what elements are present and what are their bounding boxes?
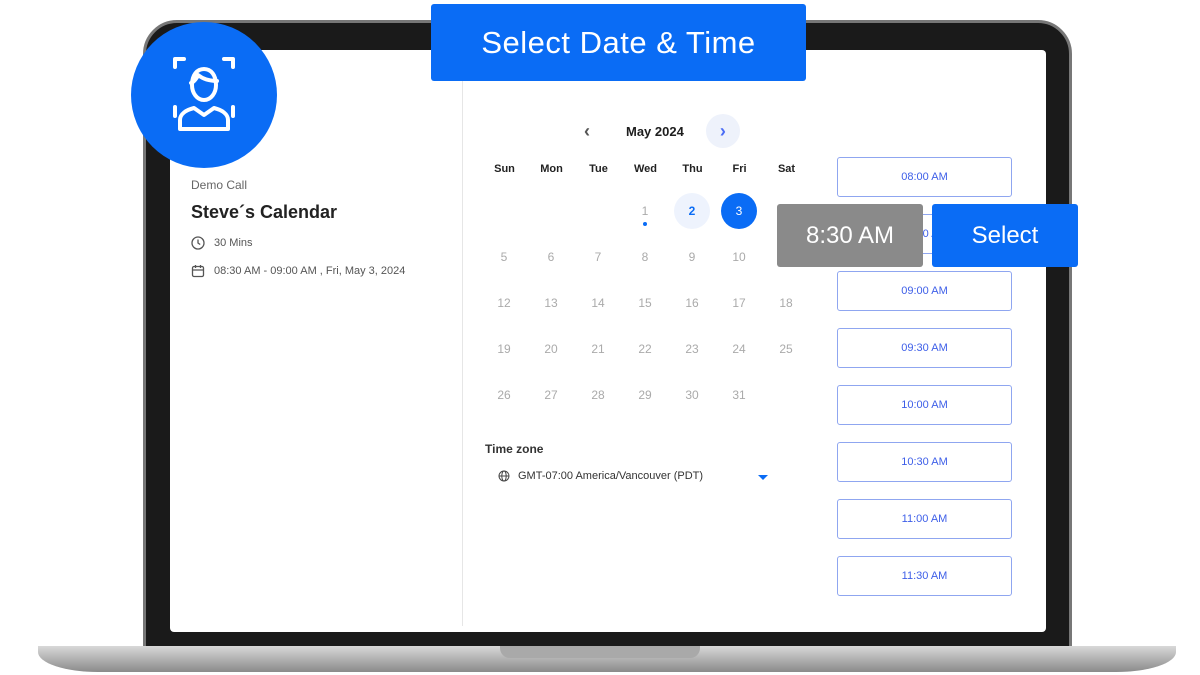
timezone-value: GMT-07:00 America/Vancouver (PDT)	[518, 470, 704, 482]
calendar-day[interactable]: 13	[533, 285, 569, 321]
weekday-fri: Fri	[732, 163, 747, 175]
globe-icon	[498, 470, 510, 482]
duration: 30 Mins	[214, 237, 253, 249]
calendar-day[interactable]: 22	[627, 331, 663, 367]
calendar-day[interactable]: 16	[674, 285, 710, 321]
calendar-day[interactable]: 19	[486, 331, 522, 367]
booking-screen: Demo Call Steve´s Calendar 30 Mins 08:30…	[170, 50, 1046, 632]
calendar-day[interactable]: 31	[721, 377, 757, 413]
weekday-tue: Tue	[589, 163, 608, 175]
time-slot[interactable]: 10:30 AM	[837, 442, 1012, 482]
caret-down-icon[interactable]	[758, 475, 768, 480]
chevron-right-icon: ›	[719, 120, 726, 141]
event-title: Steve´s Calendar	[191, 202, 338, 222]
laptop-notch	[500, 646, 700, 658]
calendar-day[interactable]: 29	[627, 377, 663, 413]
calendar-day[interactable]: 3	[721, 193, 757, 229]
calendar-day[interactable]: 20	[533, 331, 569, 367]
clock-icon	[191, 236, 205, 250]
calendar-day[interactable]: 9	[674, 239, 710, 275]
calendar-day[interactable]: 27	[533, 377, 569, 413]
today-indicator	[643, 222, 647, 226]
calendar-day[interactable]: 18	[768, 285, 804, 321]
chevron-left-icon: ‹	[584, 120, 590, 141]
time-slot[interactable]: 11:00 AM	[837, 499, 1012, 539]
time-slot[interactable]: 08:00 AM	[837, 157, 1012, 197]
calendar-day[interactable]: 7	[580, 239, 616, 275]
month-header: ‹ May 2024 ›	[570, 114, 740, 148]
calendar-day[interactable]: 2	[674, 193, 710, 229]
calendar-day[interactable]: 17	[721, 285, 757, 321]
avatar	[131, 22, 277, 168]
calendar-day[interactable]: 6	[533, 239, 569, 275]
calendar-day[interactable]: 5	[486, 239, 522, 275]
selected-time-button[interactable]: 8:30 AM	[777, 204, 923, 267]
timezone-select[interactable]: GMT-07:00 America/Vancouver (PDT)	[498, 470, 768, 482]
calendar-day[interactable]: 10	[721, 239, 757, 275]
calendar-day[interactable]: 24	[721, 331, 757, 367]
banner-title: Select Date & Time	[431, 4, 806, 81]
time-slot[interactable]: 09:30 AM	[837, 328, 1012, 368]
calendar-day[interactable]: 12	[486, 285, 522, 321]
calendar-day[interactable]: 26	[486, 377, 522, 413]
duration-row: 30 Mins	[191, 236, 253, 250]
calendar-day[interactable]: 14	[580, 285, 616, 321]
weekday-thu: Thu	[682, 163, 703, 175]
timezone-label: Time zone	[485, 442, 544, 456]
select-button[interactable]: Select	[932, 204, 1078, 267]
next-month-button[interactable]: ›	[705, 114, 740, 148]
weekday-sat: Sat	[777, 163, 796, 175]
calendar-day[interactable]: 21	[580, 331, 616, 367]
calendar-day[interactable]: 30	[674, 377, 710, 413]
calendar-day[interactable]: 8	[627, 239, 663, 275]
calendar-day[interactable]: 15	[627, 285, 663, 321]
datetime-row: 08:30 AM - 09:00 AM , Fri, May 3, 2024	[191, 264, 405, 278]
face-scan-icon	[173, 57, 235, 131]
time-slot[interactable]: 11:30 AM	[837, 556, 1012, 596]
event-datetime: 08:30 AM - 09:00 AM , Fri, May 3, 2024	[214, 265, 406, 277]
month-label: May 2024	[626, 123, 684, 139]
weekday-sun: Sun	[494, 163, 515, 175]
calendar-day[interactable]: 23	[674, 331, 710, 367]
time-slot[interactable]: 09:00 AM	[837, 271, 1012, 311]
calendar-icon	[191, 265, 205, 278]
prev-month-button[interactable]: ‹	[570, 114, 604, 148]
calendar-day[interactable]: 28	[580, 377, 616, 413]
calendar-day[interactable]: 25	[768, 331, 804, 367]
event-type: Demo Call	[191, 178, 248, 192]
time-slot[interactable]: 10:00 AM	[837, 385, 1012, 425]
weekday-mon: Mon	[540, 163, 563, 175]
weekday-wed: Wed	[633, 163, 658, 175]
